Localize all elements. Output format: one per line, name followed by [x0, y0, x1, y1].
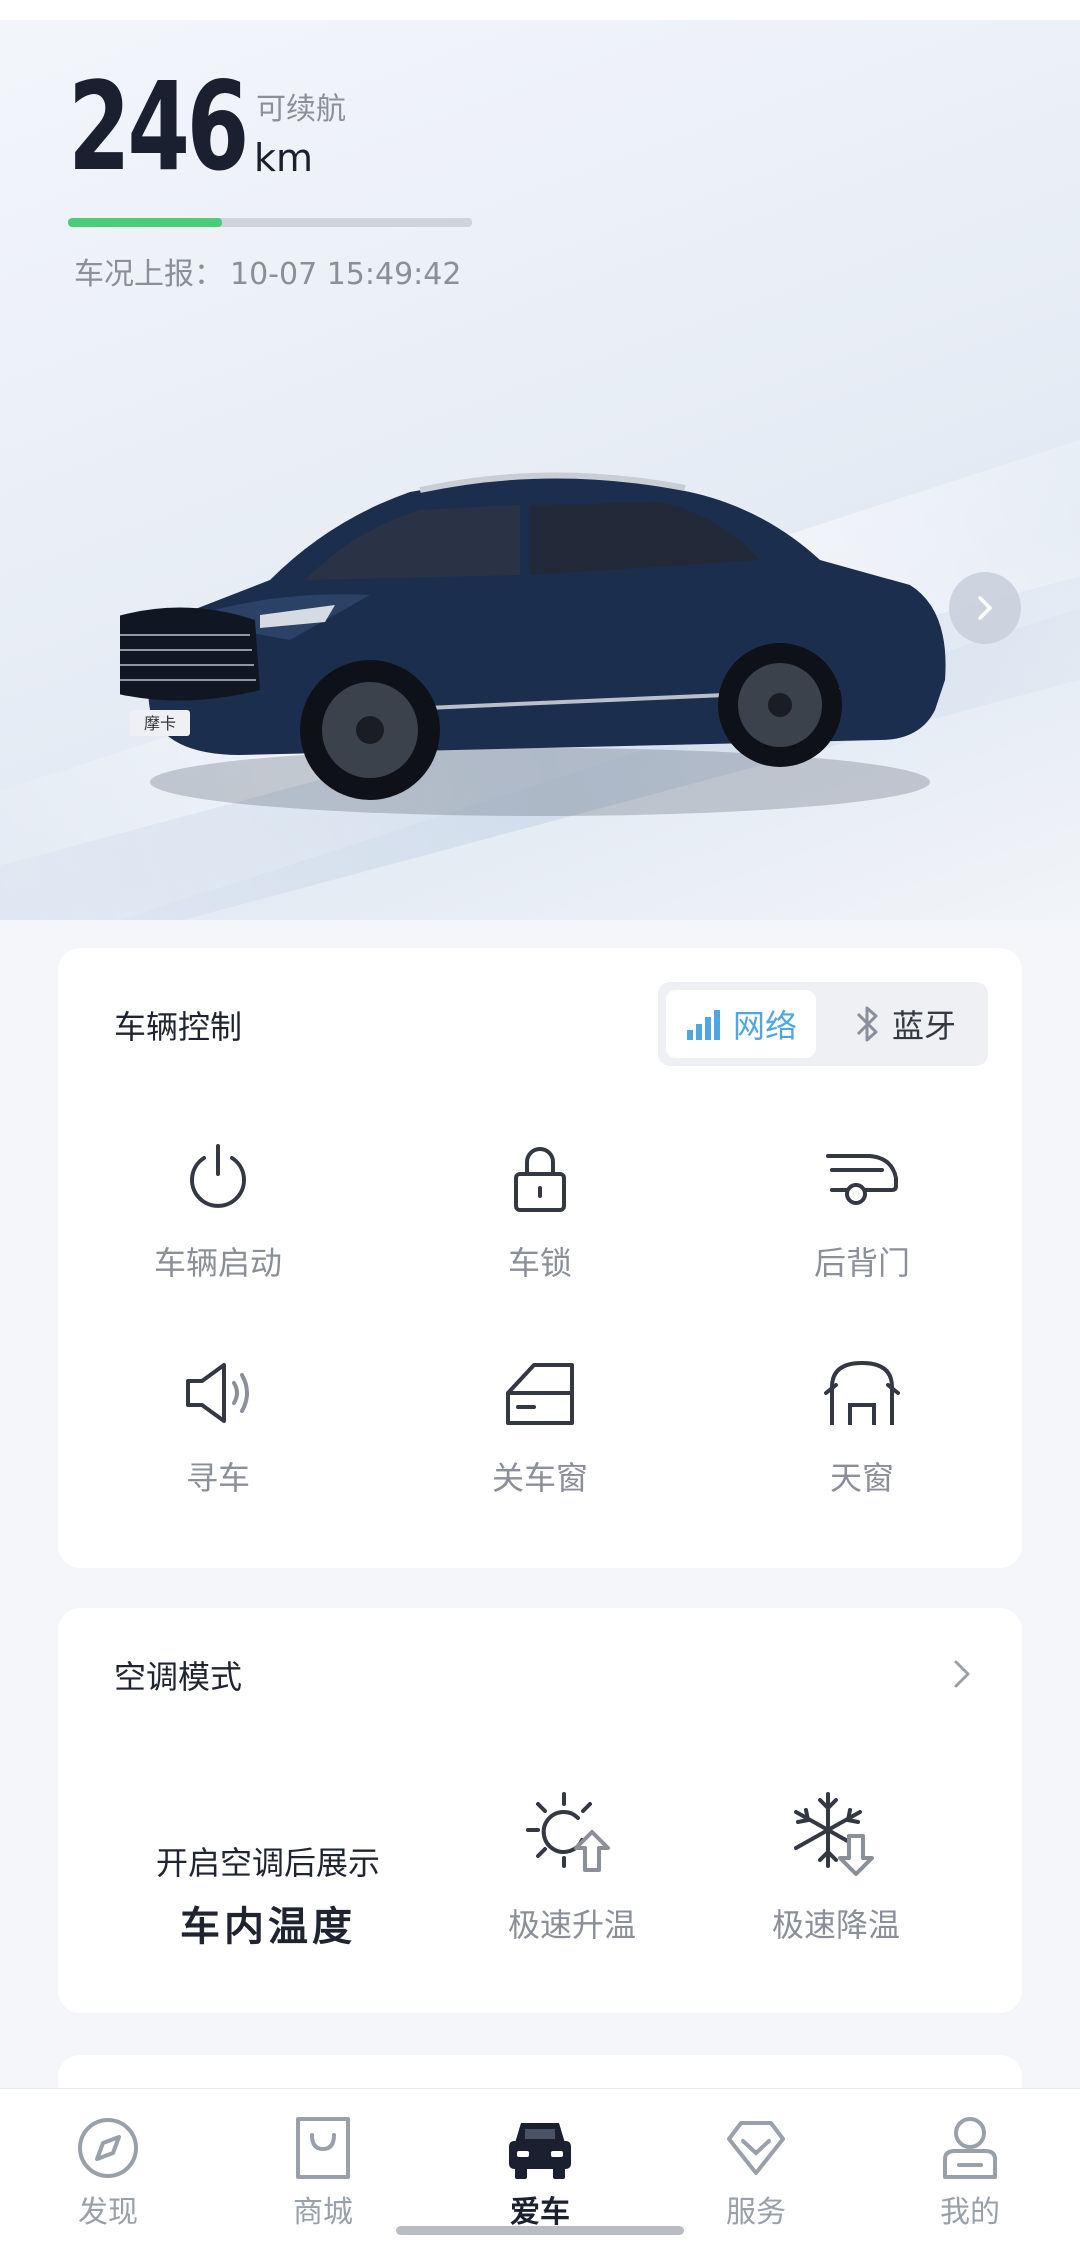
mode-bluetooth-label: 蓝牙	[891, 1007, 956, 1045]
rapid-heat-button[interactable]: 极速升温	[462, 1788, 682, 1946]
tab-label: 发现	[78, 2195, 138, 2230]
front-wheel	[300, 660, 440, 800]
tab-label: 我的	[940, 2195, 1000, 2230]
profile-icon	[943, 2117, 997, 2179]
home-indicator	[396, 2226, 684, 2235]
report-status: 车况上报： 10-07 15:49:42	[74, 249, 461, 293]
rapid-cool-button[interactable]: 极速降温	[726, 1788, 946, 1946]
tab-label: 服务	[726, 2195, 786, 2230]
bluetooth-icon	[856, 1006, 878, 1042]
control-tailgate[interactable]: 后背门	[702, 1138, 1022, 1284]
control-find-car[interactable]: 寻车	[58, 1353, 378, 1499]
next-vehicle-button[interactable]	[949, 572, 1021, 644]
signal-bars-icon	[686, 1010, 720, 1040]
lock-icon	[514, 1147, 566, 1212]
tailgate-icon	[826, 1154, 898, 1205]
ac-note-line1: 开启空调后展示	[155, 1844, 380, 1882]
status-strip	[0, 0, 1080, 20]
control-label: 寻车	[185, 1459, 250, 1497]
report-timestamp: 10-07 15:49:42	[230, 257, 462, 292]
compass-icon	[78, 2118, 138, 2178]
power-icon	[190, 1144, 246, 1208]
mode-network-button[interactable]: 网络	[666, 990, 816, 1058]
window-icon	[506, 1363, 574, 1425]
tab-profile[interactable]: 我的	[900, 2113, 1040, 2231]
ac-mode-title: 空调模式	[114, 1658, 243, 1696]
car-badge: 摩卡	[144, 714, 176, 733]
control-label: 车锁	[507, 1244, 572, 1282]
rapid-heat-label: 极速升温	[507, 1906, 636, 1944]
chevron-right-icon[interactable]	[948, 1656, 976, 1692]
tab-my-car[interactable]: 爱车	[470, 2113, 610, 2231]
control-close-windows[interactable]: 关车窗	[380, 1353, 700, 1499]
control-label: 后背门	[813, 1244, 910, 1282]
ac-temperature-placeholder: 开启空调后展示 车内温度	[118, 1838, 418, 1952]
vehicle-control-card: 车辆控制 网络 蓝牙 车辆启动 车锁 后背门 寻车 关车窗 天窗	[58, 948, 1022, 1568]
horn-icon	[186, 1363, 249, 1423]
chevron-right-icon	[978, 596, 992, 620]
vehicle-control-title: 车辆控制	[114, 1008, 243, 1046]
connection-mode-toggle: 网络 蓝牙	[658, 982, 988, 1066]
control-label: 关车窗	[491, 1459, 588, 1497]
tab-service[interactable]: 服务	[686, 2113, 826, 2231]
tab-label: 爱车	[510, 2195, 570, 2230]
control-label: 车辆启动	[153, 1244, 282, 1282]
vehicle-hero: 246 可续航 km 车况上报： 10-07 15:49:42 摩卡	[0, 0, 1080, 920]
mode-network-label: 网络	[732, 1007, 797, 1045]
range-progress-bar	[68, 218, 472, 227]
tab-mall[interactable]: 商城	[253, 2113, 393, 2231]
tab-label: 商城	[293, 2195, 353, 2230]
mode-bluetooth-button[interactable]: 蓝牙	[830, 990, 980, 1058]
ac-mode-card: 空调模式 开启空调后展示 车内温度 极速升温 极速降温	[58, 1608, 1022, 2013]
tab-discover[interactable]: 发现	[38, 2113, 178, 2231]
control-label: 天窗	[829, 1459, 894, 1497]
range-unit: km	[254, 136, 314, 180]
control-sunroof[interactable]: 天窗	[702, 1353, 1022, 1499]
sunroof-icon	[824, 1360, 900, 1425]
control-lock[interactable]: 车锁	[380, 1138, 700, 1284]
rear-wheel	[718, 643, 842, 767]
shopping-bag-icon	[296, 2117, 350, 2179]
report-label: 车况上报：	[74, 257, 224, 292]
rapid-cool-label: 极速降温	[771, 1906, 900, 1944]
diamond-icon	[727, 2121, 785, 2175]
range-value: 246	[68, 56, 249, 198]
range-progress-fill	[68, 218, 222, 227]
car-image[interactable]: 摩卡	[120, 410, 960, 830]
sun-heat-up-icon	[526, 1792, 610, 1872]
control-engine-start[interactable]: 车辆启动	[58, 1138, 378, 1284]
snowflake-cool-down-icon	[794, 1792, 874, 1876]
car-icon	[509, 2123, 571, 2179]
range-label: 可续航	[256, 92, 346, 127]
ac-note-line2: 车内温度	[180, 1904, 356, 1950]
